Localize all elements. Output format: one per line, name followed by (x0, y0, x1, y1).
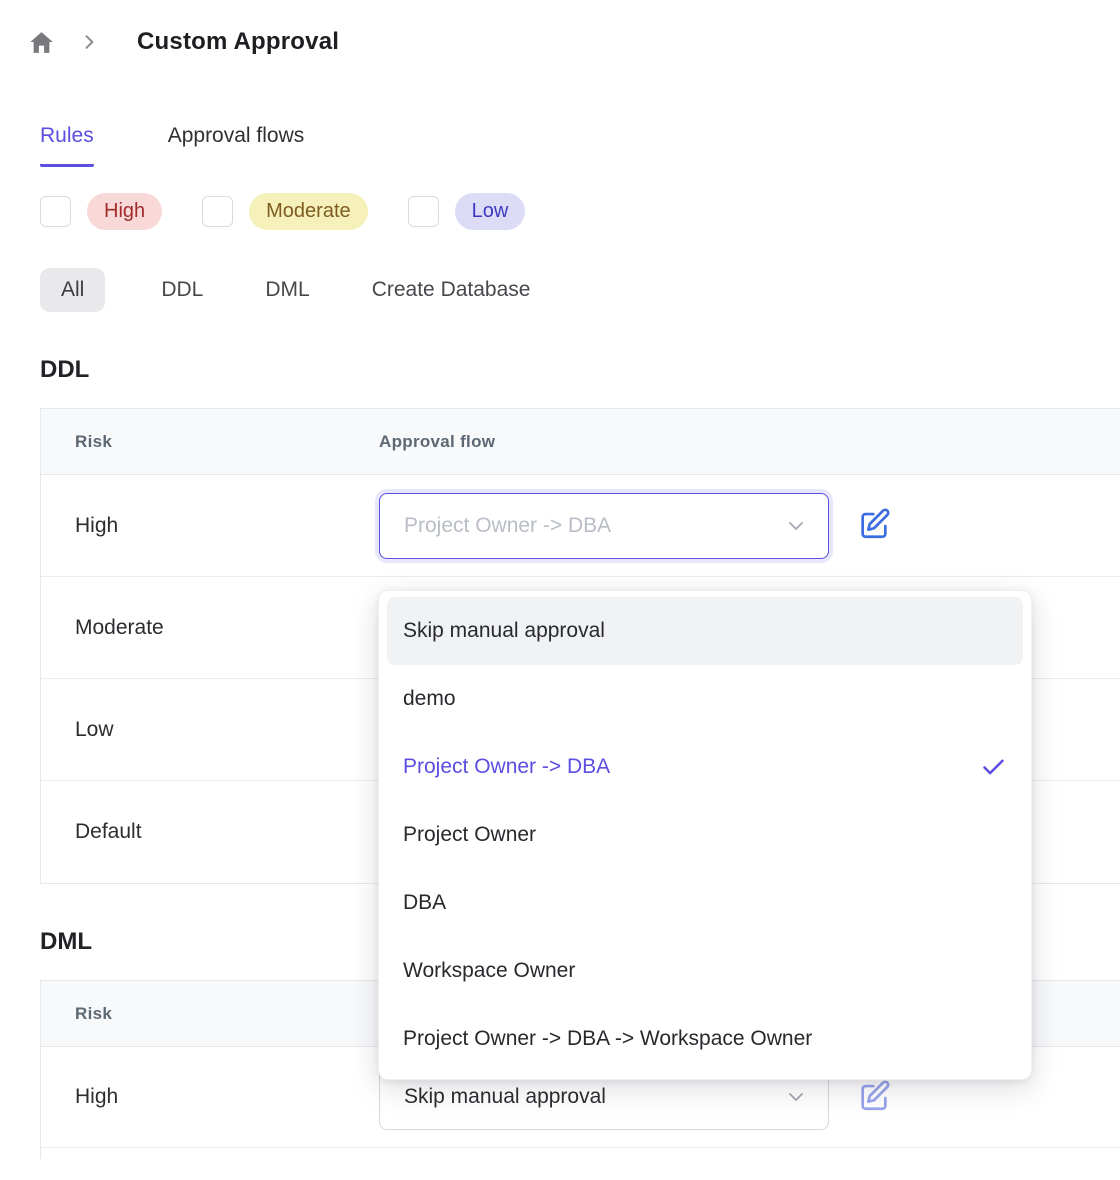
ddl-section-title: DDL (40, 356, 1120, 384)
select-value: Skip manual approval (404, 1085, 784, 1109)
filter-moderate: Moderate (202, 193, 368, 230)
risk-label: High (41, 514, 379, 538)
dml-next-row-partial (41, 1148, 1120, 1159)
ddl-high-edit-flow-button[interactable] (855, 507, 893, 545)
moderate-checkbox[interactable] (202, 196, 233, 227)
dropdown-item-workspace-owner[interactable]: Workspace Owner (387, 937, 1023, 1005)
high-badge: High (87, 193, 162, 230)
tab-bar: Rules Approval flows (40, 124, 1120, 167)
risk-label: High (41, 1085, 379, 1109)
ddl-risk-column-header: Risk (41, 432, 379, 452)
flow-cell: Project Owner -> DBA (379, 493, 893, 559)
breadcrumb: Custom Approval (0, 0, 1120, 60)
dropdown-item-project-owner[interactable]: Project Owner (387, 801, 1023, 869)
risk-label: Low (41, 718, 379, 742)
check-icon (980, 754, 1007, 781)
dml-high-edit-flow-button[interactable] (855, 1078, 893, 1116)
page-title: Custom Approval (137, 28, 339, 56)
select-value: Project Owner -> DBA (404, 514, 784, 538)
dropdown-item-demo[interactable]: demo (387, 665, 1023, 733)
dropdown-item-project-owner-dba-workspace-owner[interactable]: Project Owner -> DBA -> Workspace Owner (387, 1005, 1023, 1073)
tab-rules[interactable]: Rules (40, 124, 94, 167)
risk-filter-row: High Moderate Low (40, 193, 1120, 230)
chevron-down-icon (784, 514, 808, 538)
approval-flow-dropdown-menu: Skip manual approval demo Project Owner … (378, 590, 1032, 1080)
low-badge: Low (455, 193, 526, 230)
filter-high: High (40, 193, 162, 230)
moderate-badge: Moderate (249, 193, 368, 230)
chevron-right-icon (79, 32, 99, 52)
filter-low: Low (408, 193, 526, 230)
ddl-flow-column-header: Approval flow (379, 432, 495, 452)
low-checkbox[interactable] (408, 196, 439, 227)
category-filter-row: All DDL DML Create Database (40, 268, 1120, 312)
ddl-row-high: High Project Owner -> DBA (41, 475, 1120, 577)
high-checkbox[interactable] (40, 196, 71, 227)
dropdown-item-dba[interactable]: DBA (387, 869, 1023, 937)
tab-approval-flows[interactable]: Approval flows (168, 124, 305, 167)
ddl-table-header: Risk Approval flow (41, 409, 1120, 475)
home-icon[interactable] (28, 29, 55, 56)
risk-label: Moderate (41, 616, 379, 640)
category-ddl[interactable]: DDL (155, 268, 209, 312)
ddl-high-flow-select[interactable]: Project Owner -> DBA (379, 493, 829, 559)
dropdown-item-label: Project Owner -> DBA (403, 755, 610, 779)
dropdown-item-project-owner-dba[interactable]: Project Owner -> DBA (387, 733, 1023, 801)
dml-risk-column-header: Risk (41, 1004, 379, 1024)
category-create-database[interactable]: Create Database (366, 268, 537, 312)
risk-label: Default (41, 820, 379, 844)
category-dml[interactable]: DML (259, 268, 315, 312)
chevron-down-icon (784, 1085, 808, 1109)
edit-pencil-icon (857, 507, 891, 541)
dropdown-item-skip-manual-approval[interactable]: Skip manual approval (387, 597, 1023, 665)
edit-pencil-icon (857, 1079, 891, 1113)
category-all[interactable]: All (40, 268, 105, 312)
